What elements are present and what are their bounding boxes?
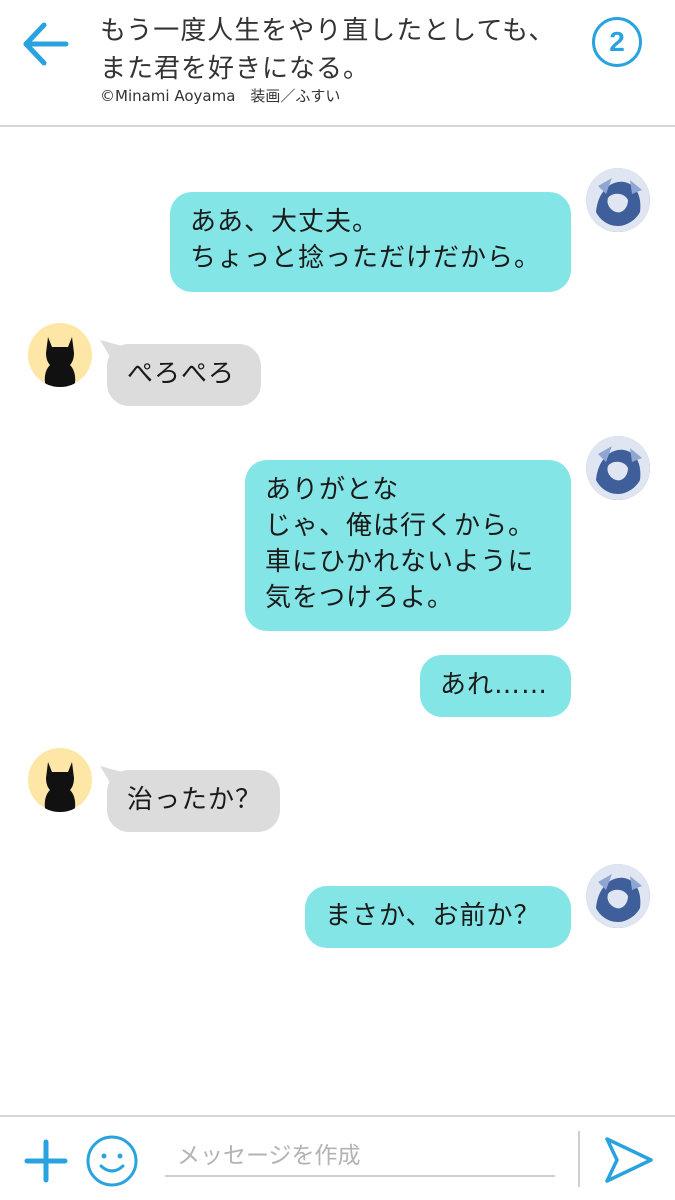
message-bubble: ああ、大丈夫。 ちょっと捻っただけだから。 xyxy=(170,192,571,292)
chat-title: もう一度人生をやり直したとしても、 また君を好きになる。 xyxy=(100,12,580,88)
credit-text: ©Minami Aoyama 装画／ふすい xyxy=(100,87,341,105)
add-attachment-button[interactable] xyxy=(24,1139,68,1183)
back-button[interactable] xyxy=(20,18,72,70)
message-text: じゃ、俺は行くから。 xyxy=(265,511,536,541)
send-button[interactable] xyxy=(603,1135,655,1185)
avatar[interactable] xyxy=(28,323,92,387)
message-bubble: あれ…… xyxy=(420,655,571,717)
avatar-boy-icon xyxy=(586,436,650,500)
message-bubble: ぺろぺろ xyxy=(107,344,261,406)
avatar[interactable] xyxy=(586,436,650,500)
chat-screen: もう一度人生をやり直したとしても、 また君を好きになる。 ©Minami Aoy… xyxy=(0,0,675,1200)
divider xyxy=(578,1131,580,1187)
message-text: ああ、大丈夫。 xyxy=(190,207,380,237)
message-text: まさか、お前か？ xyxy=(325,901,541,931)
message-text: ぺろぺろ xyxy=(127,359,236,389)
message-text: 気をつけろよ。 xyxy=(265,583,455,613)
message-bubble: 治ったか？ xyxy=(107,770,280,832)
cat-icon xyxy=(44,337,76,387)
message-text: ありがとな xyxy=(265,475,400,505)
send-icon xyxy=(605,1137,653,1183)
chat-header: もう一度人生をやり直したとしても、 また君を好きになる。 ©Minami Aoy… xyxy=(0,0,675,127)
emoji-button[interactable] xyxy=(85,1134,139,1188)
message-input[interactable] xyxy=(165,1137,555,1177)
message-text: あれ…… xyxy=(440,670,549,700)
message-text: 車にひかれないように xyxy=(265,547,535,577)
message-input-bar xyxy=(0,1115,675,1200)
cat-icon xyxy=(44,762,76,812)
avatar-boy-icon xyxy=(586,864,650,928)
arrow-left-icon xyxy=(23,22,69,66)
plus-icon xyxy=(24,1139,68,1183)
message-text: 治ったか？ xyxy=(127,785,263,815)
episode-badge[interactable]: 2 xyxy=(592,17,642,67)
chat-title-line2: また君を好きになる。 xyxy=(100,54,371,84)
avatar[interactable] xyxy=(586,864,650,928)
message-bubble: ありがとな じゃ、俺は行くから。 車にひかれないように 気をつけろよ。 xyxy=(245,460,571,631)
message-bubble: まさか、お前か？ xyxy=(305,886,571,948)
avatar-boy-icon xyxy=(586,168,650,232)
chat-title-line1: もう一度人生をやり直したとしても、 xyxy=(100,16,556,46)
smiley-icon xyxy=(86,1135,138,1187)
message-text: ちょっと捻っただけだから。 xyxy=(190,243,542,273)
avatar[interactable] xyxy=(586,168,650,232)
avatar[interactable] xyxy=(28,748,92,812)
